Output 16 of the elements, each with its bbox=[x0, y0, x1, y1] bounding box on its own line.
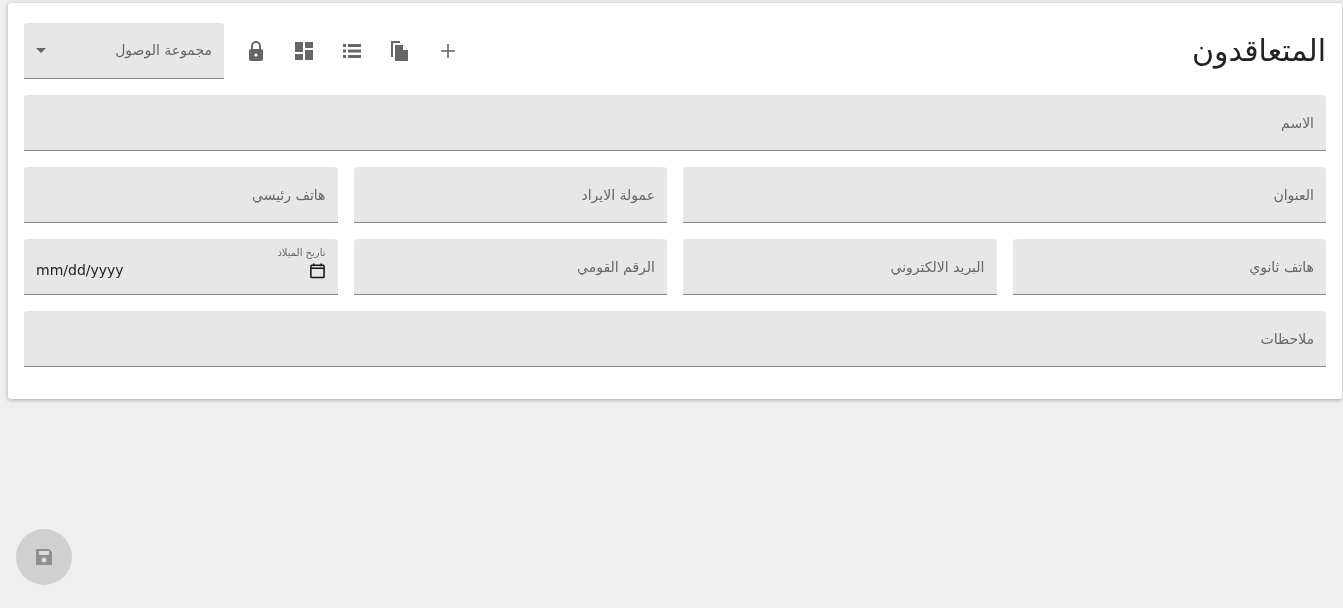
text-field[interactable]: الرقم القومي bbox=[353, 239, 667, 295]
dashboard-icon bbox=[292, 39, 316, 63]
text-field[interactable]: هاتف ثانوي bbox=[1012, 239, 1326, 295]
save-icon bbox=[34, 547, 54, 567]
page-title: المتعاقدون bbox=[1191, 33, 1326, 69]
text-field[interactable]: هاتف رئيسي bbox=[24, 167, 338, 223]
text-field[interactable]: عمولة الايراد bbox=[353, 167, 667, 223]
calendar-icon bbox=[308, 261, 326, 280]
dropdown-caret-icon bbox=[36, 48, 46, 53]
text-field[interactable]: العنوان bbox=[683, 167, 1326, 223]
field-label: تاريخ الميلاد bbox=[276, 246, 326, 260]
access-group-select[interactable]: مجموعة الوصول bbox=[24, 23, 224, 79]
text-field[interactable]: ملاحظات bbox=[24, 311, 1326, 367]
date-input[interactable]: mm/dd/yyyy bbox=[36, 260, 309, 281]
text-field[interactable]: الاسم bbox=[24, 95, 1326, 151]
text-field[interactable]: البريد الالكتروني bbox=[683, 239, 997, 295]
